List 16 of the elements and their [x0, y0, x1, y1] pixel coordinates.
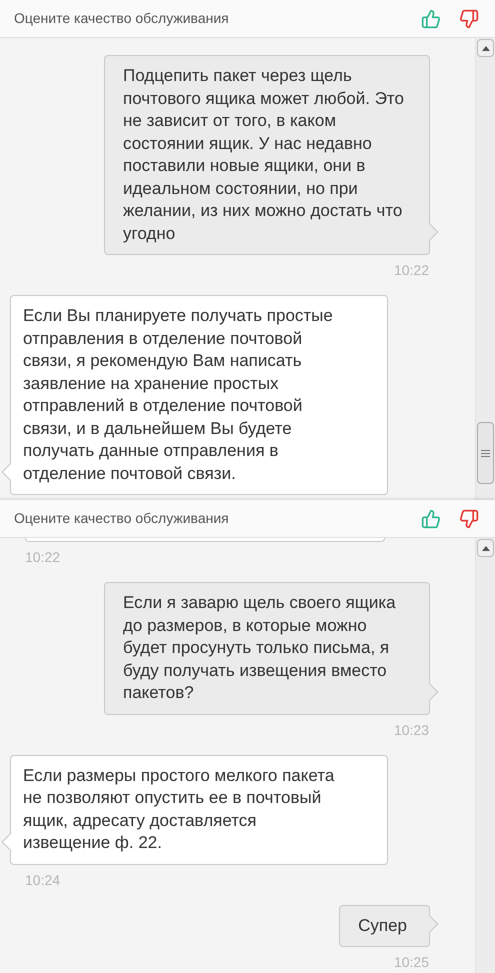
message-time: 10:23 [394, 720, 429, 738]
scroll-up-icon[interactable] [477, 539, 494, 557]
message-time: 10:25 [394, 953, 429, 971]
thumbs-up-icon[interactable] [421, 508, 441, 528]
scrollbar[interactable] [475, 38, 495, 500]
header-title: Оцените качество обслуживания [14, 9, 230, 28]
thumbs-up-icon[interactable] [421, 8, 441, 28]
header-title: Оцените качество обслуживания [14, 509, 230, 528]
scrollbar[interactable] [475, 538, 495, 973]
message-time: 10:22 [394, 261, 429, 279]
scroll-up-icon[interactable] [477, 39, 494, 57]
message-time: 10:22 [25, 548, 60, 566]
thumbs-down-icon[interactable] [459, 508, 479, 528]
thumbs-down-icon[interactable] [459, 8, 479, 28]
message-time: 10:24 [25, 870, 60, 888]
scroll-thumb[interactable] [477, 422, 494, 484]
